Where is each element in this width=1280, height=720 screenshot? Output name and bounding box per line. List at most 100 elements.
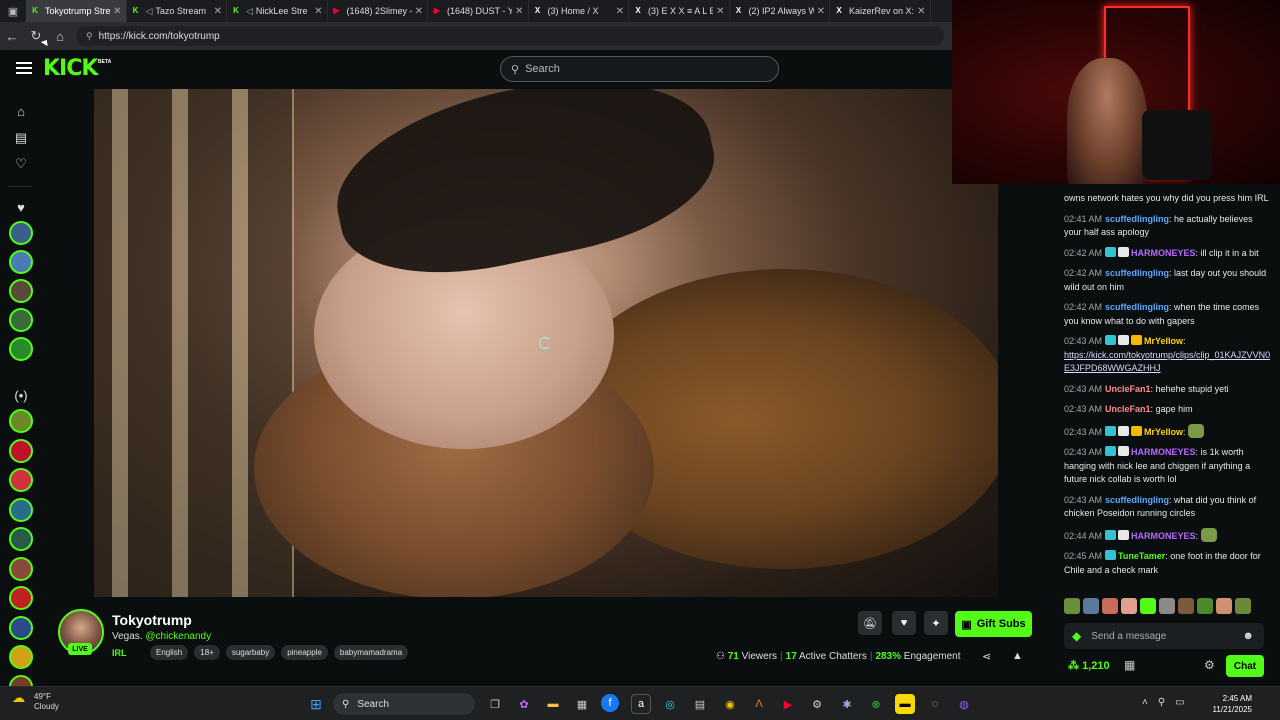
gift-subs-button[interactable]: ▣ Gift Subs xyxy=(955,611,1032,637)
emote-button[interactable] xyxy=(1064,598,1080,614)
tab-actions-icon[interactable]: ▣ xyxy=(0,0,26,22)
recommended-channel-avatar[interactable] xyxy=(9,409,33,433)
close-icon[interactable]: ✕ xyxy=(515,6,523,17)
facebook-icon[interactable]: f xyxy=(601,694,619,712)
muted-speaker-icon[interactable]: ◁ xyxy=(146,6,153,17)
clock[interactable]: 2:45 AM 11/21/2025 xyxy=(1212,693,1252,715)
mute-notifications-button[interactable]: 🔕︎ xyxy=(858,611,882,635)
emoji-icon[interactable]: ☻ xyxy=(1242,630,1254,642)
chat-username[interactable]: HARMONEYES xyxy=(1131,248,1196,258)
user-badge-icon[interactable] xyxy=(1131,425,1143,436)
app-icon[interactable]: ◍ xyxy=(954,694,974,714)
sticky-notes-icon[interactable]: ▬ xyxy=(895,694,915,714)
microphone-icon[interactable]: ⚲ xyxy=(1158,697,1165,708)
kick-logo[interactable]: KICK xyxy=(43,56,98,81)
user-badge-icon[interactable] xyxy=(1105,550,1117,560)
followed-channel-avatar[interactable] xyxy=(9,337,33,361)
follow-button[interactable]: ♥ xyxy=(892,611,916,635)
youtube-icon[interactable]: ▶ xyxy=(778,694,798,714)
emote-button[interactable] xyxy=(1121,598,1137,614)
emote-button[interactable] xyxy=(1216,598,1232,614)
close-icon[interactable]: ✕ xyxy=(214,6,222,17)
user-badge-icon[interactable] xyxy=(1118,425,1130,436)
browser-tab[interactable]: X (3) E X X ≡ A L E ✕ xyxy=(629,0,730,22)
calculator-icon[interactable]: ▤ xyxy=(690,694,710,714)
channel-name[interactable]: Tokyotrump xyxy=(112,612,192,628)
emote-button[interactable] xyxy=(1140,598,1156,614)
channel-points[interactable]: ⁂ 1,210 xyxy=(1068,659,1110,672)
close-icon[interactable]: ✕ xyxy=(415,6,423,17)
recommended-channel-avatar[interactable] xyxy=(9,556,33,581)
task-view-icon[interactable]: ❐ xyxy=(485,694,505,714)
clip-button[interactable]: ✦ xyxy=(924,611,948,635)
chat-username[interactable]: scuffedlingling xyxy=(1105,214,1169,224)
start-icon[interactable]: ⊞ xyxy=(306,694,326,714)
steam-icon[interactable]: ⚙ xyxy=(807,694,827,714)
chat-message-list[interactable]: owns network hates you why did you press… xyxy=(1052,184,1280,577)
chrome-icon[interactable]: ◉ xyxy=(720,694,740,714)
xbox-icon[interactable]: ⊗ xyxy=(866,694,886,714)
search-input[interactable]: ⚲ Search xyxy=(500,56,779,82)
browse-nav-icon[interactable]: ▤ xyxy=(12,129,30,147)
user-badge-icon[interactable] xyxy=(1105,446,1117,456)
browser-tab[interactable]: X (3) Home / X ✕ xyxy=(529,0,629,22)
muted-speaker-icon[interactable]: ◁ xyxy=(246,6,253,17)
user-badge-icon[interactable] xyxy=(1105,246,1117,257)
sparkle-icon[interactable]: ◆ xyxy=(1072,629,1081,643)
share-icon[interactable]: ⋖ xyxy=(982,650,991,663)
user-badge-icon[interactable] xyxy=(1131,335,1143,345)
chat-link[interactable]: https://kick.com/tokyotrump/clips/clip_0… xyxy=(1064,350,1270,374)
recommended-channel-avatar[interactable] xyxy=(9,586,33,610)
followed-channel-avatar[interactable] xyxy=(9,308,33,332)
store-icon[interactable]: ▦ xyxy=(1124,658,1135,672)
home-nav-icon[interactable]: ⌂ xyxy=(12,102,30,120)
taskbar-search[interactable]: ⚲ Search xyxy=(333,693,475,715)
url-field[interactable]: ⚲ https://kick.com/tokyotrump xyxy=(76,26,944,46)
chat-username[interactable]: HARMONEYES xyxy=(1131,531,1196,541)
copilot-icon[interactable]: ✿ xyxy=(514,694,534,714)
chat-username[interactable]: TuneTamer xyxy=(1118,551,1165,561)
back-icon[interactable]: ← xyxy=(0,24,24,48)
chat-username[interactable]: scuffedlingling xyxy=(1105,495,1169,505)
app-icon[interactable]: Λ xyxy=(749,694,769,714)
chat-username[interactable]: scuffedlingling xyxy=(1105,302,1169,312)
close-icon[interactable]: ✕ xyxy=(314,6,322,17)
stream-tag[interactable]: pineapple xyxy=(281,645,328,660)
emote-button[interactable] xyxy=(1083,598,1099,614)
chat-username[interactable]: UncleFan1 xyxy=(1105,404,1151,414)
chat-send-button[interactable]: Chat xyxy=(1226,655,1264,677)
browser-tab[interactable]: K Tokyotrump Stre ✕ xyxy=(26,0,127,22)
home-icon[interactable]: ⌂ xyxy=(48,24,72,48)
chat-username[interactable]: HARMONEYES xyxy=(1131,447,1196,457)
user-badge-icon[interactable] xyxy=(1105,529,1117,540)
weather-widget[interactable]: ☁ 49°F Cloudy xyxy=(12,691,59,712)
emote-button[interactable] xyxy=(1197,598,1213,614)
followed-channel-avatar[interactable] xyxy=(9,221,33,245)
site-info-icon[interactable]: ⚲ xyxy=(86,31,93,42)
chat-username[interactable]: MrYellow xyxy=(1144,336,1183,346)
stream-tag[interactable]: sugarbaby xyxy=(225,645,276,660)
recommended-channel-avatar[interactable] xyxy=(9,527,33,551)
user-badge-icon[interactable] xyxy=(1118,335,1130,345)
user-badge-icon[interactable] xyxy=(1118,246,1130,257)
amazon-icon[interactable]: a xyxy=(631,694,651,714)
user-badge-icon[interactable] xyxy=(1105,335,1117,345)
browser-tab[interactable]: X KaizerRev on X: " ✕ xyxy=(830,0,931,22)
recommended-channel-avatar[interactable] xyxy=(9,438,33,463)
stream-tag[interactable]: babymamadrama xyxy=(333,645,409,660)
browser-tab[interactable]: K ◁ NickLee Stre ✕ xyxy=(227,0,328,22)
app-icon[interactable]: ◌ xyxy=(925,694,945,714)
close-icon[interactable]: ✕ xyxy=(113,6,121,17)
stream-category[interactable]: IRL xyxy=(112,648,127,658)
user-badge-icon[interactable] xyxy=(1105,425,1117,436)
chat-message-input[interactable]: ◆ Send a message ☻ xyxy=(1064,623,1264,649)
following-nav-icon[interactable]: ♡ xyxy=(12,155,30,173)
file-explorer-icon[interactable]: ▬ xyxy=(543,694,563,714)
user-badge-icon[interactable] xyxy=(1118,446,1130,456)
followed-channel-avatar[interactable] xyxy=(9,250,33,274)
report-icon[interactable]: ▲ xyxy=(1012,650,1023,662)
emote-button[interactable] xyxy=(1102,598,1118,614)
video-player[interactable] xyxy=(94,89,998,597)
browser-tab[interactable]: K ◁ Tazo Stream ✕ xyxy=(127,0,227,22)
recommended-channel-avatar[interactable] xyxy=(9,497,33,522)
